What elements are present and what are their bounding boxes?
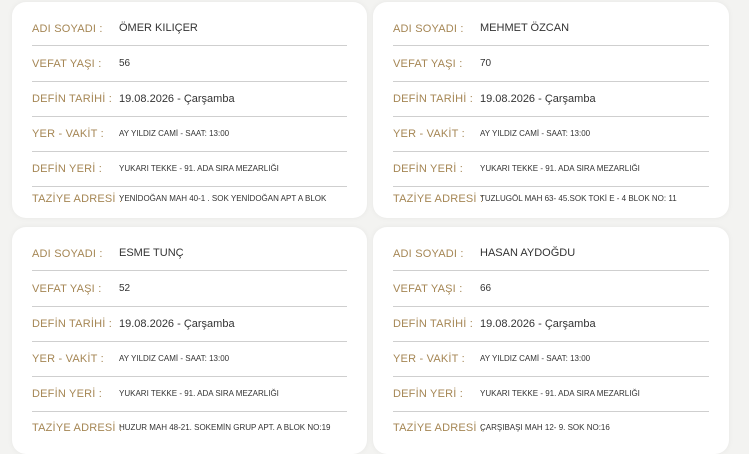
age-row: VEFAT YAŞI : 56	[32, 46, 347, 82]
place-time-label: YER - VAKİT :	[393, 353, 465, 365]
age-label: VEFAT YAŞI :	[393, 57, 463, 70]
age-value: 52	[119, 283, 131, 294]
burial-place-label: DEFİN YERİ :	[393, 163, 464, 175]
burial-place-row: DEFİN YERİ : YUKARI TEKKE - 91. ADA SIRA…	[32, 152, 347, 187]
condolence-address-value: ÇARŞIBAŞI MAH 12- 9. SOK NO:16	[480, 423, 610, 432]
burial-place-row: DEFİN YERİ : YUKARI TEKKE - 91. ADA SIRA…	[393, 377, 709, 412]
condolence-address-row: TAZİYE ADRESİ : HUZUR MAH 48-21. SOKEMİN…	[32, 412, 347, 444]
age-label: VEFAT YAŞI :	[32, 57, 102, 70]
condolence-address-value: HUZUR MAH 48-21. SOKEMİN GRUP APT. A BLO…	[119, 423, 331, 432]
burial-place-value: YUKARI TEKKE - 91. ADA SIRA MEZARLIĞI	[119, 164, 279, 173]
place-time-value: AY YILDIZ CAMİ - SAAT: 13:00	[480, 129, 591, 138]
burial-date-row: DEFİN TARİHİ : 19.08.2026 - Çarşamba	[32, 307, 347, 342]
name-row: ADI SOYADI : ESME TUNÇ	[32, 237, 347, 271]
condolence-address-value: TUZLUGÖL MAH 63- 45.SOK TOKİ E - 4 BLOK …	[480, 194, 677, 203]
name-value: ESME TUNÇ	[119, 247, 184, 259]
place-time-value: AY YILDIZ CAMİ - SAAT: 13:00	[119, 354, 230, 363]
name-label: ADI SOYADI :	[393, 22, 464, 35]
place-time-label: YER - VAKİT :	[393, 128, 465, 140]
name-value: ÖMER KILIÇER	[119, 22, 198, 34]
condolence-address-row: TAZİYE ADRESİ : YENİDOĞAN MAH 40-1 . SOK…	[32, 187, 347, 211]
place-time-row: YER - VAKİT : AY YILDIZ CAMİ - SAAT: 13:…	[393, 117, 709, 152]
age-row: VEFAT YAŞI : 70	[393, 46, 709, 82]
condolence-address-label: TAZİYE ADRESİ :	[32, 193, 123, 205]
burial-date-label: DEFİN TARİHİ :	[393, 318, 474, 330]
burial-place-row: DEFİN YERİ : YUKARI TEKKE - 91. ADA SIRA…	[393, 152, 709, 187]
name-row: ADI SOYADI : MEHMET ÖZCAN	[393, 12, 709, 46]
place-time-label: YER - VAKİT :	[32, 353, 104, 365]
burial-place-value: YUKARI TEKKE - 91. ADA SIRA MEZARLIĞI	[119, 389, 279, 398]
age-value: 56	[119, 58, 131, 69]
burial-place-value: YUKARI TEKKE - 91. ADA SIRA MEZARLIĞI	[480, 389, 640, 398]
place-time-label: YER - VAKİT :	[32, 128, 104, 140]
name-row: ADI SOYADI : ÖMER KILIÇER	[32, 12, 347, 46]
burial-place-label: DEFİN YERİ :	[393, 388, 464, 400]
burial-place-label: DEFİN YERİ :	[32, 163, 103, 175]
burial-date-label: DEFİN TARİHİ :	[32, 318, 113, 330]
place-time-row: YER - VAKİT : AY YILDIZ CAMİ - SAAT: 13:…	[393, 342, 709, 377]
condolence-address-value: YENİDOĞAN MAH 40-1 . SOK YENİDOĞAN APT A…	[119, 194, 327, 203]
name-label: ADI SOYADI :	[32, 22, 103, 35]
burial-place-row: DEFİN YERİ : YUKARI TEKKE - 91. ADA SIRA…	[32, 377, 347, 412]
obituary-card-hasan-aydogdu: ADI SOYADI : HASAN AYDOĞDU VEFAT YAŞI : …	[373, 227, 729, 454]
obituary-card-esme-tunc: ADI SOYADI : ESME TUNÇ VEFAT YAŞI : 52 D…	[12, 227, 367, 454]
age-value: 66	[480, 283, 492, 294]
name-label: ADI SOYADI :	[32, 247, 103, 260]
burial-date-value: 19.08.2026 - Çarşamba	[119, 92, 235, 105]
age-row: VEFAT YAŞI : 52	[32, 271, 347, 307]
place-time-row: YER - VAKİT : AY YILDIZ CAMİ - SAAT: 13:…	[32, 342, 347, 377]
burial-date-label: DEFİN TARİHİ :	[32, 93, 113, 105]
name-value: MEHMET ÖZCAN	[480, 22, 570, 34]
name-label: ADI SOYADI :	[393, 247, 464, 260]
burial-date-row: DEFİN TARİHİ : 19.08.2026 - Çarşamba	[32, 82, 347, 117]
age-label: VEFAT YAŞI :	[393, 282, 463, 295]
age-value: 70	[480, 58, 492, 69]
age-label: VEFAT YAŞI :	[32, 282, 102, 295]
place-time-row: YER - VAKİT : AY YILDIZ CAMİ - SAAT: 13:…	[32, 117, 347, 152]
burial-date-row: DEFİN TARİHİ : 19.08.2026 - Çarşamba	[393, 82, 709, 117]
burial-date-value: 19.08.2026 - Çarşamba	[119, 317, 235, 330]
age-row: VEFAT YAŞI : 66	[393, 271, 709, 307]
burial-date-value: 19.08.2026 - Çarşamba	[480, 92, 596, 105]
name-value: HASAN AYDOĞDU	[480, 247, 576, 259]
place-time-value: AY YILDIZ CAMİ - SAAT: 13:00	[480, 354, 591, 363]
burial-place-label: DEFİN YERİ :	[32, 388, 103, 400]
condolence-address-label: TAZİYE ADRESİ :	[393, 422, 484, 434]
burial-date-row: DEFİN TARİHİ : 19.08.2026 - Çarşamba	[393, 307, 709, 342]
burial-date-value: 19.08.2026 - Çarşamba	[480, 317, 596, 330]
condolence-address-label: TAZİYE ADRESİ :	[393, 193, 484, 205]
condolence-address-row: TAZİYE ADRESİ : ÇARŞIBAŞI MAH 12- 9. SOK…	[393, 412, 709, 444]
obituary-card-mehmet-ozcan: ADI SOYADI : MEHMET ÖZCAN VEFAT YAŞI : 7…	[373, 2, 729, 218]
name-row: ADI SOYADI : HASAN AYDOĞDU	[393, 237, 709, 271]
condolence-address-row: TAZİYE ADRESİ : TUZLUGÖL MAH 63- 45.SOK …	[393, 187, 709, 211]
burial-date-label: DEFİN TARİHİ :	[393, 93, 474, 105]
burial-place-value: YUKARI TEKKE - 91. ADA SIRA MEZARLIĞI	[480, 164, 640, 173]
obituary-card-omer-kilicer: ADI SOYADI : ÖMER KILIÇER VEFAT YAŞI : 5…	[12, 2, 367, 218]
place-time-value: AY YILDIZ CAMİ - SAAT: 13:00	[119, 129, 230, 138]
condolence-address-label: TAZİYE ADRESİ :	[32, 422, 123, 434]
